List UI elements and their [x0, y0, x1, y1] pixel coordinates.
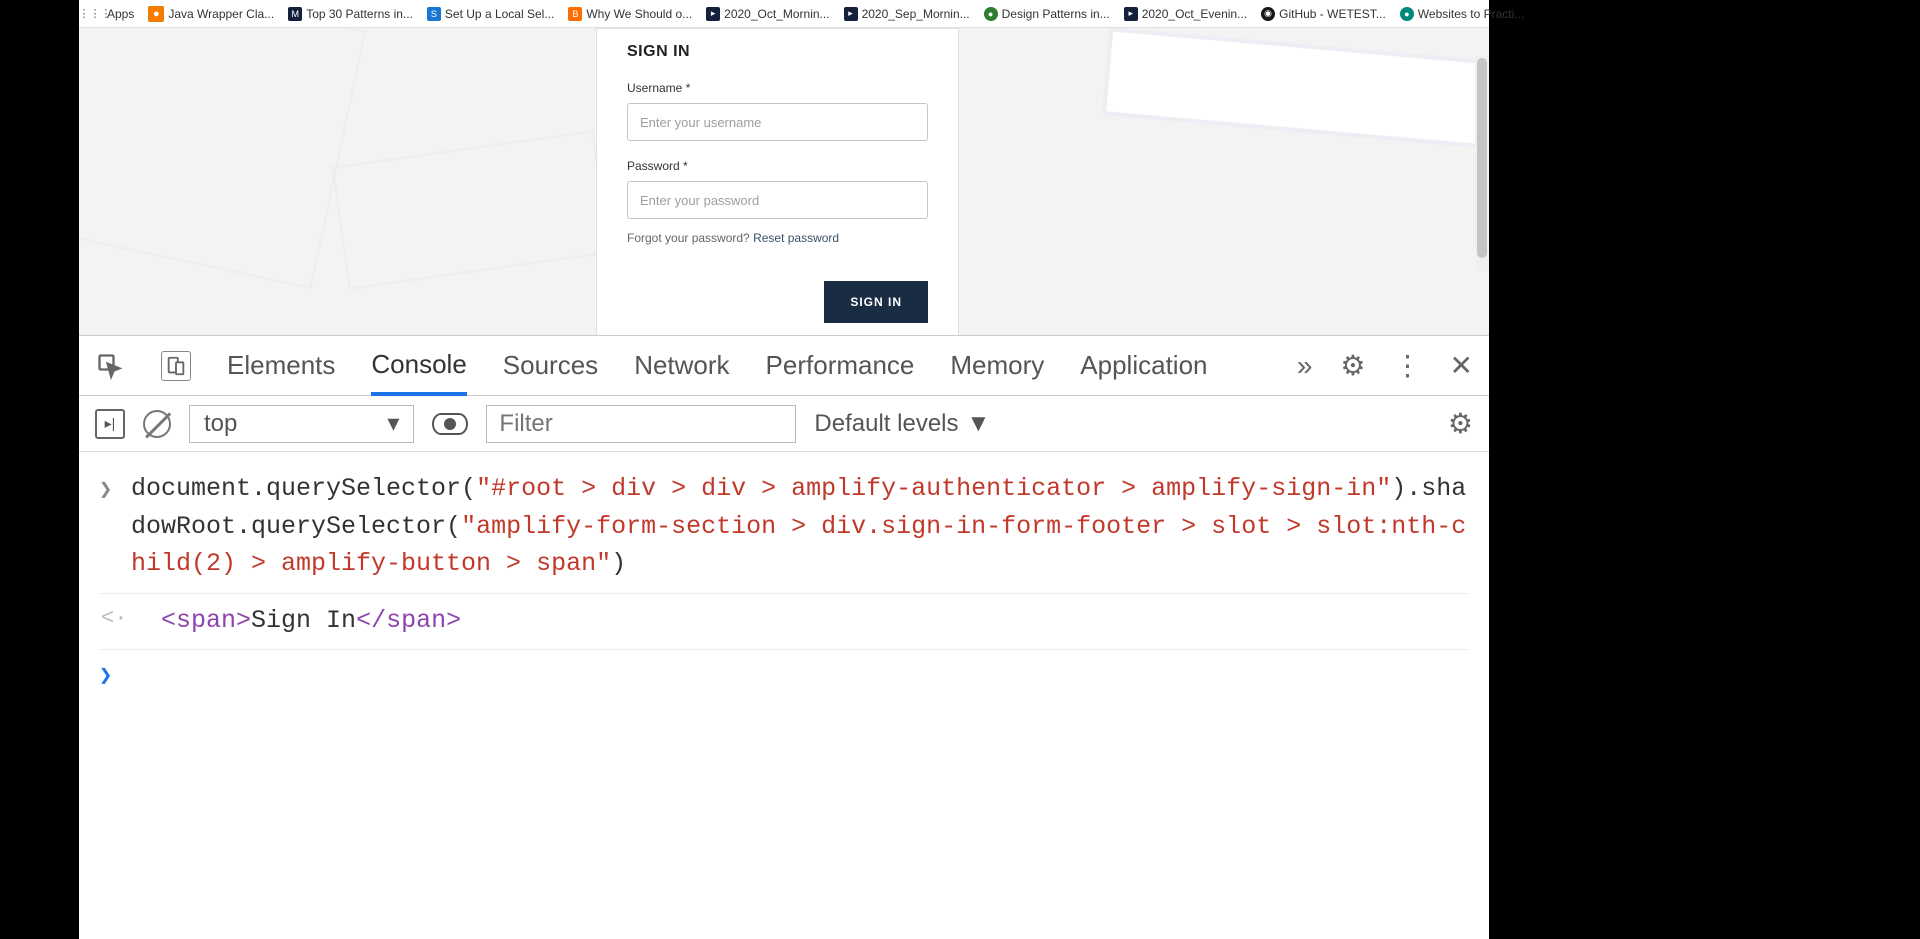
console-result-line[interactable]: <· <span>Sign In</span> [99, 594, 1469, 651]
bookmark-label: Why We Should o... [586, 7, 692, 21]
favicon-icon: ● [148, 6, 164, 22]
bookmark-label: Set Up a Local Sel... [445, 7, 554, 21]
bookmark-design[interactable]: ● Design Patterns in... [984, 7, 1110, 21]
settings-gear-icon[interactable]: ⚙ [1340, 349, 1365, 382]
bookmark-label: 2020_Oct_Evenin... [1142, 7, 1247, 21]
tab-application[interactable]: Application [1080, 338, 1207, 393]
levels-label: Default levels [814, 410, 958, 438]
password-label: Password * [627, 159, 928, 173]
favicon-icon: ▸ [1124, 7, 1138, 21]
bookmark-label: Websites to Practi... [1418, 7, 1524, 21]
close-icon[interactable]: ✕ [1450, 349, 1473, 382]
signin-card: SIGN IN Username * Password * Forgot you… [596, 28, 959, 335]
signin-button[interactable]: SIGN IN [824, 281, 928, 323]
console-settings-icon[interactable]: ⚙ [1448, 407, 1473, 440]
bookmark-label: Java Wrapper Cla... [168, 7, 274, 21]
log-levels-dropdown[interactable]: Default levels ▼ [814, 410, 990, 438]
console-prompt[interactable]: ❯ [99, 650, 1469, 693]
dropdown-caret-icon: ▼ [967, 410, 991, 438]
bookmark-label: Top 30 Patterns in... [306, 7, 413, 21]
github-icon: ◉ [1261, 7, 1275, 21]
bookmark-label: 2020_Sep_Mornin... [862, 7, 970, 21]
bookmark-label: GitHub - WETEST... [1279, 7, 1386, 21]
kebab-menu-icon[interactable]: ⋮ [1394, 349, 1422, 382]
tab-elements[interactable]: Elements [227, 338, 335, 393]
sidebar-toggle-icon[interactable]: ▸| [95, 409, 125, 439]
filter-input[interactable] [486, 405, 796, 443]
apps-icon: ⋮⋮⋮ [87, 6, 103, 22]
tab-performance[interactable]: Performance [766, 338, 915, 393]
console-code: document.querySelector("#root > div > di… [131, 470, 1469, 583]
favicon-icon: M [288, 7, 302, 21]
favicon-icon: ● [984, 7, 998, 21]
live-expression-icon[interactable] [432, 413, 468, 435]
clear-console-icon[interactable] [143, 410, 171, 438]
input-caret-icon: ❯ [99, 474, 117, 583]
tab-sources[interactable]: Sources [503, 338, 598, 393]
favicon-icon: ▸ [844, 7, 858, 21]
username-input[interactable] [627, 103, 928, 141]
console-body: ❯ document.querySelector("#root > div > … [79, 452, 1489, 707]
tab-network[interactable]: Network [634, 338, 729, 393]
bookmark-why[interactable]: B Why We Should o... [568, 7, 692, 21]
bookmark-github[interactable]: ◉ GitHub - WETEST... [1261, 7, 1386, 21]
forgot-password-row: Forgot your password? Reset password [627, 231, 928, 245]
inspect-icon[interactable] [95, 351, 125, 381]
favicon-icon: ● [1400, 7, 1414, 21]
forgot-text: Forgot your password? [627, 231, 753, 245]
console-input-line[interactable]: ❯ document.querySelector("#root > div > … [99, 466, 1469, 594]
devtools-tabs: Elements Console Sources Network Perform… [79, 336, 1489, 396]
bookmark-sep-morning[interactable]: ▸ 2020_Sep_Mornin... [844, 7, 970, 21]
signin-title: SIGN IN [627, 43, 928, 61]
console-result: <span>Sign In</span> [131, 602, 1469, 640]
bookmark-label: Apps [107, 7, 134, 21]
bookmark-selenium[interactable]: S Set Up a Local Sel... [427, 7, 554, 21]
bookmark-oct-evening[interactable]: ▸ 2020_Oct_Evenin... [1124, 7, 1247, 21]
prompt-caret-icon: ❯ [99, 660, 117, 693]
device-toggle-icon[interactable] [161, 351, 191, 381]
context-value: top [204, 410, 237, 438]
devtools-panel: Elements Console Sources Network Perform… [79, 335, 1489, 939]
page-content: SIGN IN Username * Password * Forgot you… [79, 28, 1489, 335]
bookmark-label: 2020_Oct_Mornin... [724, 7, 829, 21]
bookmarks-bar: ⋮⋮⋮ Apps ● Java Wrapper Cla... M Top 30 … [79, 0, 1489, 28]
bookmark-websites[interactable]: ● Websites to Practi... [1400, 7, 1524, 21]
bookmark-apps[interactable]: ⋮⋮⋮ Apps [87, 6, 134, 22]
reset-password-link[interactable]: Reset password [753, 231, 839, 245]
bookmark-label: Design Patterns in... [1002, 7, 1110, 21]
favicon-icon: ▸ [706, 7, 720, 21]
more-tabs-icon[interactable]: » [1297, 350, 1313, 382]
context-selector[interactable]: top ▾ [189, 405, 414, 443]
password-input[interactable] [627, 181, 928, 219]
bookmark-oct-morning[interactable]: ▸ 2020_Oct_Mornin... [706, 7, 829, 21]
tab-console[interactable]: Console [371, 337, 466, 396]
output-caret-icon: <· [99, 602, 117, 635]
dropdown-caret-icon: ▾ [387, 409, 399, 438]
tab-memory[interactable]: Memory [950, 338, 1044, 393]
page-scrollbar[interactable] [1475, 56, 1489, 271]
username-label: Username * [627, 81, 928, 95]
console-toolbar: ▸| top ▾ Default levels ▼ ⚙ [79, 396, 1489, 452]
bookmark-patterns[interactable]: M Top 30 Patterns in... [288, 7, 413, 21]
favicon-icon: B [568, 7, 582, 21]
favicon-icon: S [427, 7, 441, 21]
bookmark-java[interactable]: ● Java Wrapper Cla... [148, 6, 274, 22]
